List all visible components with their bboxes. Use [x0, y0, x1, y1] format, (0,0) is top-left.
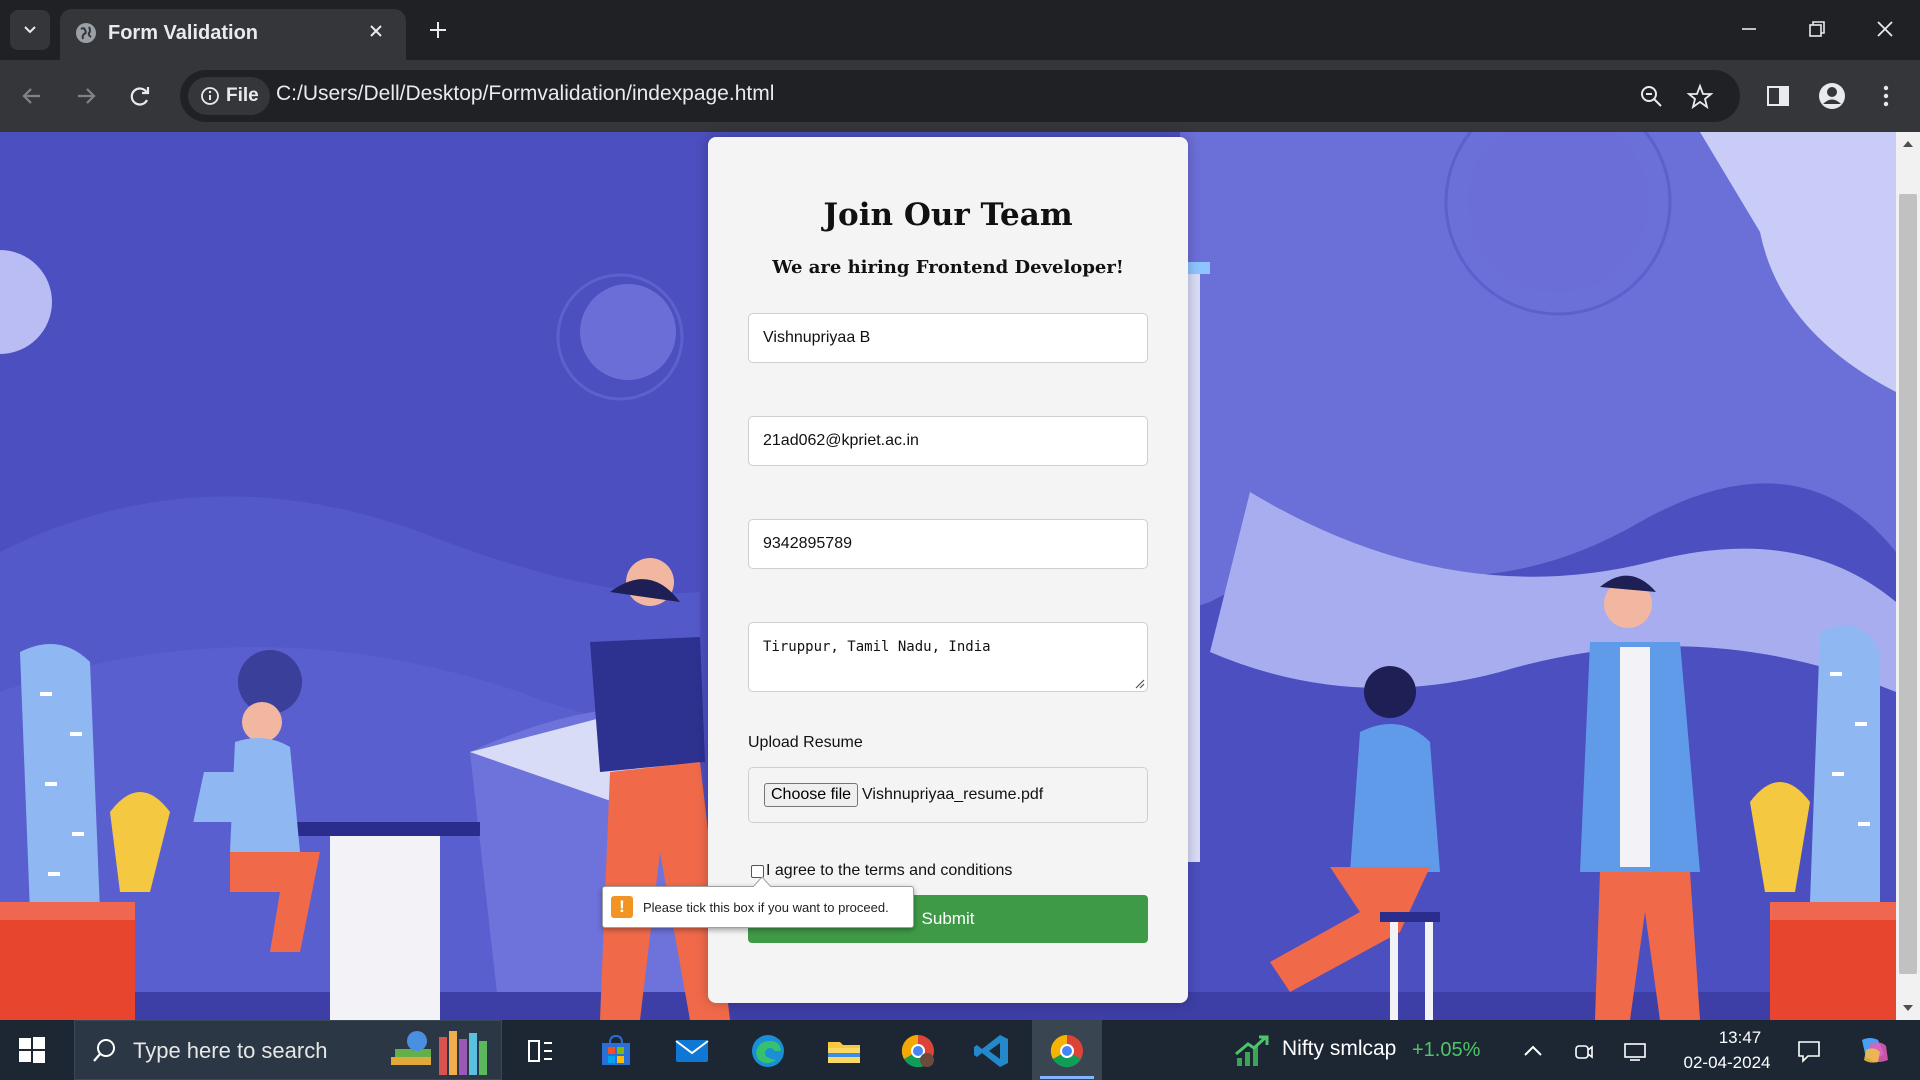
tab-title: Form Validation: [108, 22, 259, 44]
browser-toolbar: File C:/Users/Dell/Desktop/Formvalidatio…: [0, 60, 1920, 132]
profile-icon[interactable]: [1816, 78, 1848, 114]
address-bar[interactable]: File C:/Users/Dell/Desktop/Formvalidatio…: [180, 70, 1740, 122]
reload-icon[interactable]: [122, 78, 158, 114]
tab-strip: Form Validation: [0, 0, 1920, 60]
scroll-thumb[interactable]: [1899, 194, 1917, 974]
active-task-indicator: [1040, 1076, 1094, 1079]
tab-form-validation[interactable]: Form Validation: [60, 9, 406, 60]
copilot-icon[interactable]: [1856, 1034, 1892, 1066]
books-search-highlight-icon: [391, 1031, 487, 1075]
window-close-icon[interactable]: [1870, 14, 1900, 44]
terms-row: I agree to the terms and conditions: [751, 862, 1012, 880]
site-info-chip[interactable]: File: [188, 77, 270, 115]
mail-icon[interactable]: [672, 1031, 712, 1071]
terms-checkbox[interactable]: [751, 864, 764, 878]
ticker-change: +1.05%: [1412, 1039, 1481, 1061]
windows-start-icon[interactable]: [18, 1036, 46, 1064]
page-scrollbar[interactable]: [1896, 132, 1920, 1020]
info-icon: [201, 87, 219, 105]
name-input[interactable]: Vishnupriyaa B: [748, 313, 1148, 363]
address-textarea[interactable]: Tiruppur, Tamil Nadu, India: [748, 622, 1148, 692]
search-icon: [93, 1039, 115, 1062]
terms-label[interactable]: I agree to the terms and conditions: [766, 862, 1012, 880]
email-input[interactable]: 21ad062@kpriet.ac.in: [748, 416, 1148, 466]
phone-input[interactable]: 9342895789: [748, 519, 1148, 569]
stock-trend-icon[interactable]: [1234, 1034, 1270, 1068]
ticker-name[interactable]: Nifty smlcap: [1282, 1037, 1396, 1061]
taskbar: Type here to search Nifty smlcap +1.05% …: [0, 1020, 1920, 1080]
menu-dots-icon[interactable]: [1870, 78, 1902, 114]
tooltip-arrow: [753, 877, 771, 887]
new-tab-icon[interactable]: [424, 16, 452, 44]
validation-tooltip: ! Please tick this box if you want to pr…: [602, 877, 914, 928]
taskbar-search-box[interactable]: Type here to search: [74, 1020, 502, 1080]
site-info-label: File: [226, 85, 259, 106]
tab-search-button[interactable]: [10, 10, 50, 50]
validation-message: Please tick this box if you want to proc…: [643, 899, 889, 915]
resize-handle-icon[interactable]: [1133, 677, 1145, 689]
chrome-icon[interactable]: [1047, 1031, 1087, 1071]
zoom-icon[interactable]: [1638, 83, 1666, 111]
back-arrow-icon[interactable]: [14, 78, 50, 114]
star-icon[interactable]: [1686, 83, 1714, 111]
minimize-icon[interactable]: [1734, 14, 1764, 44]
restore-icon[interactable]: [1802, 14, 1832, 44]
vscode-icon[interactable]: [972, 1031, 1012, 1071]
network-icon[interactable]: [1622, 1038, 1648, 1064]
selected-file-name: Vishnupriyaa_resume.pdf: [862, 786, 1044, 803]
form-card: Join Our Team We are hiring Frontend Dev…: [708, 137, 1188, 1003]
choose-file-button[interactable]: Choose file: [764, 783, 859, 807]
side-panel-icon[interactable]: [1762, 78, 1794, 114]
clock-date[interactable]: 02-04-2024: [1672, 1053, 1782, 1073]
chevron-up-icon[interactable]: [1520, 1038, 1546, 1064]
chrome-profile-icon[interactable]: [898, 1031, 938, 1071]
file-explorer-icon[interactable]: [824, 1031, 864, 1071]
notifications-icon[interactable]: [1796, 1038, 1822, 1064]
scroll-up-icon[interactable]: [1902, 138, 1914, 150]
taskbar-search-placeholder: Type here to search: [133, 1038, 328, 1063]
meet-now-icon[interactable]: [1570, 1038, 1596, 1064]
url-text[interactable]: C:/Users/Dell/Desktop/Formvalidation/ind…: [276, 82, 774, 106]
globe-icon: [76, 23, 96, 43]
scroll-down-icon[interactable]: [1902, 1002, 1914, 1014]
close-icon[interactable]: [364, 19, 388, 43]
page-subtitle: We are hiring Frontend Developer!: [772, 257, 1124, 278]
forward-arrow-icon[interactable]: [68, 78, 104, 114]
task-view-icon[interactable]: [520, 1031, 560, 1071]
microsoft-store-icon[interactable]: [596, 1031, 636, 1071]
page-title: Join Our Team: [823, 197, 1073, 233]
resume-file-input[interactable]: Choose file Vishnupriyaa_resume.pdf: [748, 767, 1148, 823]
upload-resume-label: Upload Resume: [748, 734, 863, 751]
chevron-down-icon: [24, 26, 36, 34]
edge-browser-icon[interactable]: [748, 1031, 788, 1071]
warning-icon: !: [611, 896, 633, 918]
clock-time[interactable]: 13:47: [1700, 1028, 1780, 1048]
address-text: Tiruppur, Tamil Nadu, India: [763, 639, 991, 655]
